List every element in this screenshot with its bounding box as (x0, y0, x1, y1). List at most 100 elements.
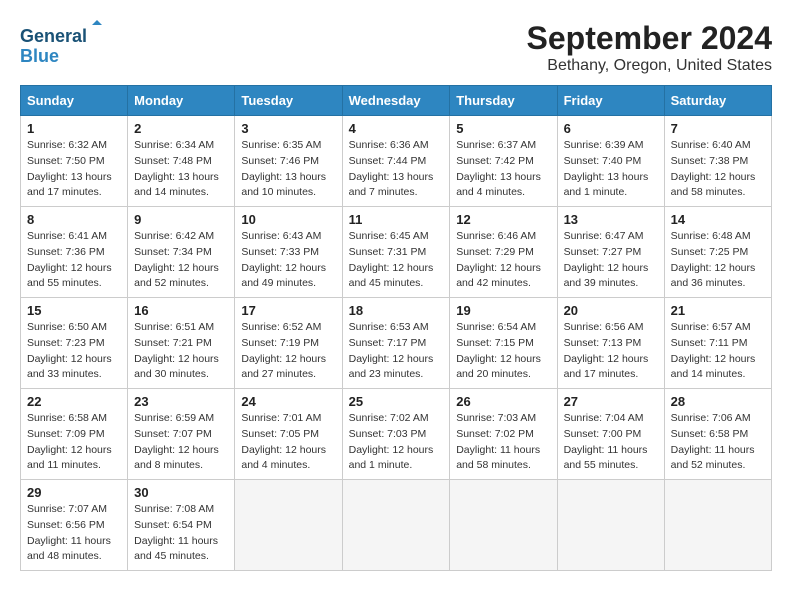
table-row: 7Sunrise: 6:40 AMSunset: 7:38 PMDaylight… (664, 116, 771, 207)
table-row (342, 480, 450, 571)
table-row: 16 Sunrise: 6:51 AMSunset: 7:21 PMDayligh… (128, 298, 235, 389)
day-number: 24 (241, 394, 335, 409)
day-info: Sunrise: 6:42 AMSunset: 7:34 PMDaylight:… (134, 229, 228, 292)
col-sunday: Sunday (21, 86, 128, 116)
table-row: 2 Sunrise: 6:34 AMSunset: 7:48 PMDaylight… (128, 116, 235, 207)
day-number: 14 (671, 212, 765, 227)
table-row: 11Sunrise: 6:45 AMSunset: 7:31 PMDayligh… (342, 207, 450, 298)
day-info: Sunrise: 6:37 AMSunset: 7:42 PMDaylight:… (456, 138, 550, 201)
calendar-week-row: 22Sunrise: 6:58 AMSunset: 7:09 PMDayligh… (21, 389, 772, 480)
calendar-week-row: 29 Sunrise: 7:07 AMSunset: 6:56 PMDayligh… (21, 480, 772, 571)
day-number: 17 (241, 303, 335, 318)
col-tuesday: Tuesday (235, 86, 342, 116)
day-number: 20 (564, 303, 658, 318)
svg-text:Blue: Blue (20, 46, 59, 66)
day-info: Sunrise: 7:08 AMSunset: 6:54 PMDaylight:… (134, 502, 228, 565)
table-row: 5 Sunrise: 6:37 AMSunset: 7:42 PMDaylight… (450, 116, 557, 207)
col-saturday: Saturday (664, 86, 771, 116)
calendar-week-row: 1 Sunrise: 6:32 AMSunset: 7:50 PMDaylight… (21, 116, 772, 207)
table-row (664, 480, 771, 571)
table-row: 12Sunrise: 6:46 AMSunset: 7:29 PMDayligh… (450, 207, 557, 298)
day-info: Sunrise: 6:41 AMSunset: 7:36 PMDaylight:… (27, 229, 121, 292)
day-info: Sunrise: 6:56 AMSunset: 7:13 PMDaylight:… (564, 320, 658, 383)
day-info: Sunrise: 6:32 AMSunset: 7:50 PMDaylight:… (27, 138, 121, 201)
day-info: Sunrise: 7:06 AMSunset: 6:58 PMDaylight:… (671, 411, 765, 474)
day-number: 6 (564, 121, 658, 136)
table-row: 25 Sunrise: 7:02 AMSunset: 7:03 PMDayligh… (342, 389, 450, 480)
day-info: Sunrise: 6:52 AMSunset: 7:19 PMDaylight:… (241, 320, 335, 383)
day-number: 25 (349, 394, 444, 409)
table-row: 20 Sunrise: 6:56 AMSunset: 7:13 PMDayligh… (557, 298, 664, 389)
day-info: Sunrise: 6:54 AMSunset: 7:15 PMDaylight:… (456, 320, 550, 383)
day-number: 28 (671, 394, 765, 409)
table-row: 3 Sunrise: 6:35 AMSunset: 7:46 PMDaylight… (235, 116, 342, 207)
svg-text:General: General (20, 26, 87, 46)
day-number: 29 (27, 485, 121, 500)
calendar-week-row: 15Sunrise: 6:50 AMSunset: 7:23 PMDayligh… (21, 298, 772, 389)
table-row: 19 Sunrise: 6:54 AMSunset: 7:15 PMDayligh… (450, 298, 557, 389)
table-row: 18Sunrise: 6:53 AMSunset: 7:17 PMDayligh… (342, 298, 450, 389)
day-number: 16 (134, 303, 228, 318)
table-row: 9 Sunrise: 6:42 AMSunset: 7:34 PMDaylight… (128, 207, 235, 298)
day-number: 11 (349, 212, 444, 227)
day-number: 7 (671, 121, 765, 136)
table-row: 13 Sunrise: 6:47 AMSunset: 7:27 PMDayligh… (557, 207, 664, 298)
calendar-week-row: 8 Sunrise: 6:41 AMSunset: 7:36 PMDaylight… (21, 207, 772, 298)
day-number: 5 (456, 121, 550, 136)
day-number: 13 (564, 212, 658, 227)
day-info: Sunrise: 7:01 AMSunset: 7:05 PMDaylight:… (241, 411, 335, 474)
day-number: 9 (134, 212, 228, 227)
day-number: 8 (27, 212, 121, 227)
day-info: Sunrise: 6:48 AMSunset: 7:25 PMDaylight:… (671, 229, 765, 292)
table-row: 30 Sunrise: 7:08 AMSunset: 6:54 PMDayligh… (128, 480, 235, 571)
table-row: 24 Sunrise: 7:01 AMSunset: 7:05 PMDayligh… (235, 389, 342, 480)
day-number: 23 (134, 394, 228, 409)
table-row: 21 Sunrise: 6:57 AMSunset: 7:11 PMDayligh… (664, 298, 771, 389)
table-row: 27 Sunrise: 7:04 AMSunset: 7:00 PMDayligh… (557, 389, 664, 480)
table-row: 28 Sunrise: 7:06 AMSunset: 6:58 PMDayligh… (664, 389, 771, 480)
table-row: 17 Sunrise: 6:52 AMSunset: 7:19 PMDayligh… (235, 298, 342, 389)
table-row: 14 Sunrise: 6:48 AMSunset: 7:25 PMDayligh… (664, 207, 771, 298)
table-row: 6 Sunrise: 6:39 AMSunset: 7:40 PMDaylight… (557, 116, 664, 207)
table-row: 8 Sunrise: 6:41 AMSunset: 7:36 PMDaylight… (21, 207, 128, 298)
day-info: Sunrise: 6:36 AMSunset: 7:44 PMDaylight:… (349, 138, 444, 201)
day-number: 19 (456, 303, 550, 318)
table-row: 22Sunrise: 6:58 AMSunset: 7:09 PMDayligh… (21, 389, 128, 480)
day-info: Sunrise: 7:02 AMSunset: 7:03 PMDaylight:… (349, 411, 444, 474)
day-info: Sunrise: 6:47 AMSunset: 7:27 PMDaylight:… (564, 229, 658, 292)
table-row: 26Sunrise: 7:03 AMSunset: 7:02 PMDayligh… (450, 389, 557, 480)
table-row: 15Sunrise: 6:50 AMSunset: 7:23 PMDayligh… (21, 298, 128, 389)
logo-svg: General Blue (20, 20, 110, 70)
day-info: Sunrise: 6:50 AMSunset: 7:23 PMDaylight:… (27, 320, 121, 383)
day-number: 1 (27, 121, 121, 136)
table-row: 1 Sunrise: 6:32 AMSunset: 7:50 PMDaylight… (21, 116, 128, 207)
day-number: 27 (564, 394, 658, 409)
table-row: 23 Sunrise: 6:59 AMSunset: 7:07 PMDayligh… (128, 389, 235, 480)
col-thursday: Thursday (450, 86, 557, 116)
day-info: Sunrise: 7:04 AMSunset: 7:00 PMDaylight:… (564, 411, 658, 474)
day-info: Sunrise: 6:34 AMSunset: 7:48 PMDaylight:… (134, 138, 228, 201)
day-number: 2 (134, 121, 228, 136)
table-row (450, 480, 557, 571)
day-info: Sunrise: 7:07 AMSunset: 6:56 PMDaylight:… (27, 502, 121, 565)
calendar-header-row: Sunday Monday Tuesday Wednesday Thursday… (21, 86, 772, 116)
page-header: General Blue September 2024 Bethany, Ore… (20, 20, 772, 75)
day-info: Sunrise: 7:03 AMSunset: 7:02 PMDaylight:… (456, 411, 550, 474)
page-title: September 2024 (527, 20, 772, 57)
day-number: 21 (671, 303, 765, 318)
col-friday: Friday (557, 86, 664, 116)
logo: General Blue (20, 20, 110, 70)
day-info: Sunrise: 6:51 AMSunset: 7:21 PMDaylight:… (134, 320, 228, 383)
day-info: Sunrise: 6:35 AMSunset: 7:46 PMDaylight:… (241, 138, 335, 201)
day-number: 3 (241, 121, 335, 136)
day-info: Sunrise: 6:39 AMSunset: 7:40 PMDaylight:… (564, 138, 658, 201)
col-wednesday: Wednesday (342, 86, 450, 116)
day-number: 10 (241, 212, 335, 227)
day-info: Sunrise: 6:57 AMSunset: 7:11 PMDaylight:… (671, 320, 765, 383)
day-number: 30 (134, 485, 228, 500)
day-info: Sunrise: 6:59 AMSunset: 7:07 PMDaylight:… (134, 411, 228, 474)
calendar-table: Sunday Monday Tuesday Wednesday Thursday… (20, 85, 772, 571)
day-info: Sunrise: 6:46 AMSunset: 7:29 PMDaylight:… (456, 229, 550, 292)
day-number: 18 (349, 303, 444, 318)
table-row (235, 480, 342, 571)
